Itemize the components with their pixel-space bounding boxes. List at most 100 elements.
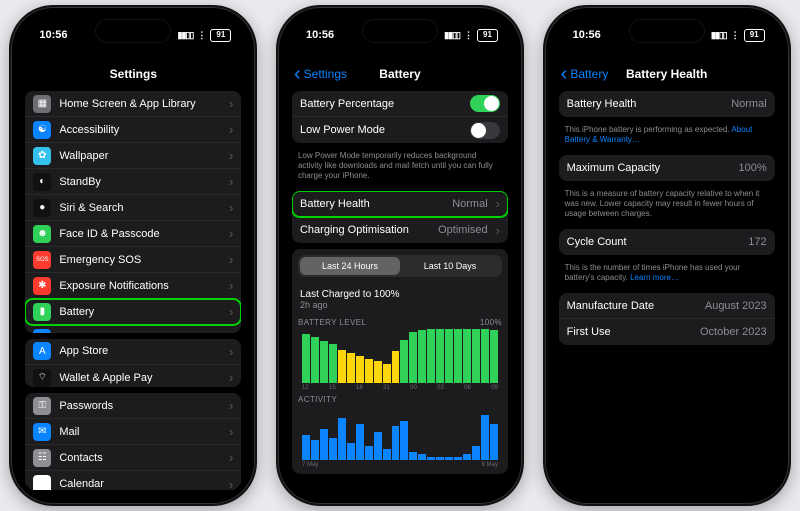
chevron-icon: ›	[229, 150, 233, 161]
toggle[interactable]	[470, 95, 500, 112]
low-power-note: Low Power Mode temporarily reduces backg…	[292, 149, 508, 185]
bar	[400, 421, 408, 460]
seg-last24[interactable]: Last 24 Hours	[300, 257, 400, 275]
bar	[418, 330, 426, 383]
phone-settings: 10:56 ▮▮▯▯ ⋮ 91 Settings ▦Home Screen & …	[9, 5, 257, 506]
dynamic-island	[629, 19, 705, 43]
bar	[374, 361, 382, 383]
bar	[436, 457, 444, 460]
status-time: 10:56	[573, 29, 601, 41]
settings-row[interactable]: ☷Contacts›	[25, 445, 241, 471]
bar	[311, 440, 319, 460]
settings-row[interactable]: AApp Store›	[25, 339, 241, 365]
row-label: Battery	[59, 306, 221, 318]
dynamic-island	[362, 19, 438, 43]
bar	[418, 454, 426, 460]
bar	[400, 340, 408, 383]
settings-row[interactable]: ●Siri & Search›	[25, 195, 241, 221]
settings-row[interactable]: ✿Wallpaper›	[25, 143, 241, 169]
signal-icon: ▮▮▯▯	[178, 30, 194, 41]
back-button[interactable]: Settings	[294, 67, 347, 81]
bar	[383, 364, 391, 383]
bar	[409, 332, 417, 383]
info-row: First UseOctober 2023	[559, 319, 775, 345]
settings-row[interactable]: ◐StandBy›	[25, 169, 241, 195]
seg-last10[interactable]: Last 10 Days	[400, 257, 500, 275]
status-time: 10:56	[39, 29, 67, 41]
bar	[356, 356, 364, 383]
time-range-segmented[interactable]: Last 24 Hours Last 10 Days	[298, 255, 502, 277]
bar	[454, 457, 462, 460]
value: 172	[748, 236, 766, 248]
row-label: App Store	[59, 345, 221, 357]
row-label: Manufacture Date	[567, 300, 697, 312]
row-icon: ☻	[33, 225, 51, 243]
bar	[320, 341, 328, 383]
row-label: Home Screen & App Library	[59, 98, 221, 110]
chevron-icon: ›	[229, 254, 233, 265]
row-icon: ☷	[33, 449, 51, 467]
bar	[338, 418, 346, 460]
chevron-icon: ›	[229, 426, 233, 437]
bar	[472, 446, 480, 460]
bar	[409, 452, 417, 460]
settings-row[interactable]: ⌔Wallet & Apple Pay›	[25, 365, 241, 387]
settings-row[interactable]: SOSEmergency SOS›	[25, 247, 241, 273]
chevron-icon: ›	[229, 306, 233, 317]
chevron-icon: ›	[229, 372, 233, 383]
row-battery-health: Battery Health Normal	[559, 91, 775, 117]
row-max-capacity: Maximum Capacity 100%	[559, 155, 775, 181]
detail-row[interactable]: Charging OptimisationOptimised›	[292, 217, 508, 243]
battery-level-chart	[298, 329, 502, 383]
bar	[329, 438, 337, 460]
bar	[481, 415, 489, 460]
row-icon: A	[33, 342, 51, 360]
settings-row[interactable]: ▦Home Screen & App Library›	[25, 91, 241, 117]
toggle[interactable]	[470, 122, 500, 139]
row-label: Low Power Mode	[300, 124, 462, 136]
row-value: Normal	[452, 198, 487, 210]
chevron-icon: ›	[229, 280, 233, 291]
row-icon: ☯	[33, 121, 51, 139]
back-button[interactable]: Battery	[561, 67, 609, 81]
value: 100%	[739, 162, 767, 174]
row-label: Emergency SOS	[59, 254, 221, 266]
page-title: Settings	[110, 67, 157, 81]
bar	[427, 457, 435, 460]
chart-title-activity: ACTIVITY	[298, 395, 337, 404]
chevron-icon: ›	[229, 124, 233, 135]
bar	[302, 334, 310, 383]
label: Cycle Count	[567, 236, 741, 248]
bar	[338, 350, 346, 383]
signal-icon: ▮▮▯▯	[444, 30, 460, 41]
bar	[320, 429, 328, 460]
row-icon: ✱	[33, 277, 51, 295]
bar	[302, 435, 310, 460]
settings-row[interactable]: ▮Battery›	[25, 299, 241, 325]
row-icon: ▦	[33, 475, 51, 490]
chart-max-label: 100%	[480, 318, 502, 327]
row-value: October 2023	[700, 326, 767, 338]
row-label: Wallet & Apple Pay	[59, 372, 221, 384]
chevron-icon: ›	[229, 202, 233, 213]
dynamic-island	[95, 19, 171, 43]
bar	[463, 454, 471, 460]
toggle-row: Battery Percentage	[292, 91, 508, 117]
settings-row[interactable]: ✱Exposure Notifications›	[25, 273, 241, 299]
chevron-icon: ›	[229, 479, 233, 490]
settings-row[interactable]: ✋Privacy & Security›	[25, 325, 241, 333]
note: This is a measure of battery capacity re…	[559, 187, 775, 223]
bar	[365, 446, 373, 460]
row-value: August 2023	[705, 300, 767, 312]
row-label: Battery Health	[300, 198, 444, 210]
bar	[383, 449, 391, 460]
learn-more-link[interactable]: Learn more…	[630, 273, 679, 282]
settings-row[interactable]: ☯Accessibility›	[25, 117, 241, 143]
bar	[445, 329, 453, 383]
settings-row[interactable]: ▦Calendar›	[25, 471, 241, 490]
settings-row[interactable]: ⚿Passwords›	[25, 393, 241, 419]
settings-row[interactable]: ☻Face ID & Passcode›	[25, 221, 241, 247]
settings-row[interactable]: ✉Mail›	[25, 419, 241, 445]
detail-row[interactable]: Battery Health Normal ›	[292, 191, 508, 217]
chevron-icon: ›	[496, 198, 500, 209]
